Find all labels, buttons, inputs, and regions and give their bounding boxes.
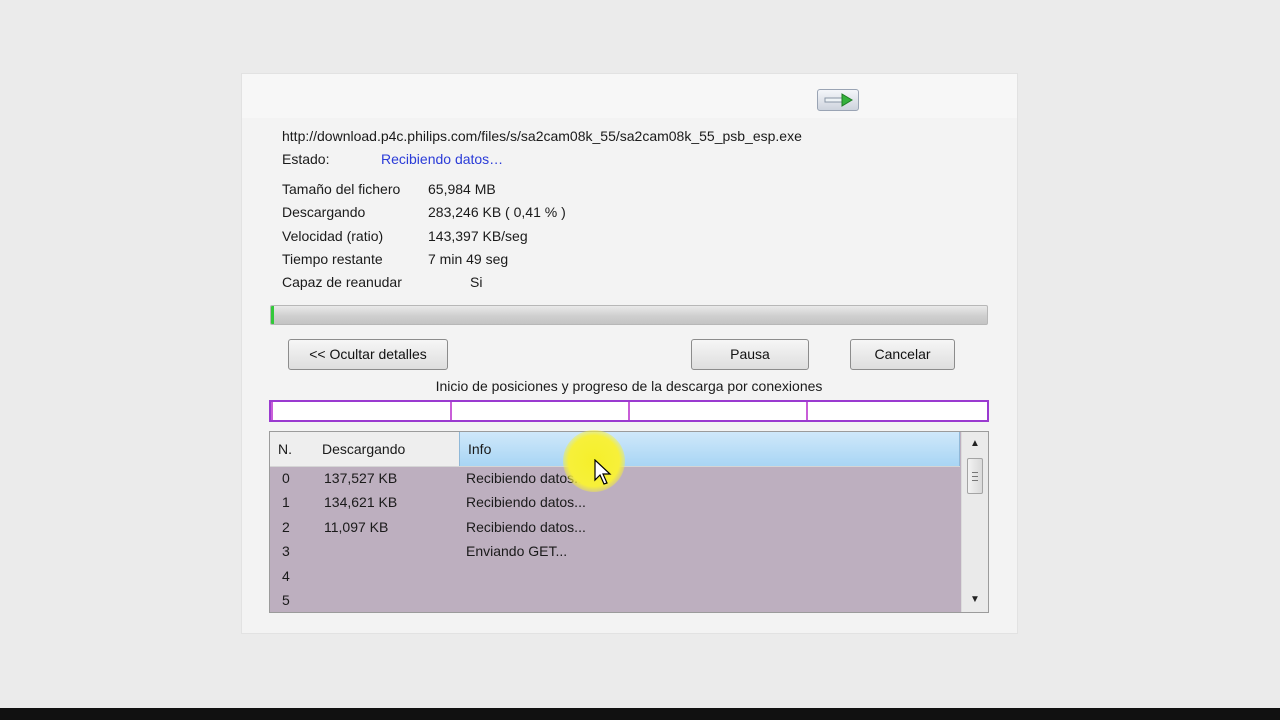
connections-table[interactable]: N. Descargando Info 0 137,527 KB Recibiend… (269, 431, 989, 613)
connections-progress-bar (269, 400, 989, 422)
status-label: Estado: (282, 151, 330, 167)
column-header-number[interactable]: N. (270, 432, 314, 466)
cancel-button[interactable]: Cancelar (850, 339, 955, 370)
download-progress-bar (270, 305, 988, 325)
connection-marker (628, 402, 630, 420)
table-row[interactable]: 3 Enviando GET... (270, 539, 960, 563)
column-header-downloaded[interactable]: Descargando (314, 432, 459, 466)
table-body: 0 137,527 KB Recibiendo datos... 1 134,621 K… (270, 466, 960, 612)
hide-details-button[interactable]: << Ocultar detalles (288, 339, 448, 370)
detail-value-speed: 143,397 KB/seg (428, 228, 528, 244)
detail-label-downloaded: Descargando (282, 204, 366, 220)
detail-label-file-size: Tamaño del fichero (282, 181, 401, 197)
dialog-top-area (242, 74, 1017, 118)
connections-label: Inicio de posiciones y progreso de la de… (435, 378, 823, 394)
chevron-up-icon[interactable]: ▲ (962, 435, 988, 453)
chevron-down-icon[interactable]: ▼ (962, 591, 988, 609)
row-number: 0 (282, 470, 290, 486)
connection-marker (450, 402, 452, 420)
detail-label-speed: Velocidad (ratio) (282, 228, 384, 244)
detail-value-time-left: 7 min 49 seg (428, 251, 509, 267)
download-progress-dialog: http://download.p4c.philips.com/files/s/… (241, 73, 1018, 634)
mouse-cursor-icon (594, 459, 612, 485)
detail-label-time-left: Tiempo restante (282, 251, 383, 267)
table-row[interactable]: 1 134,621 KB Recibiendo datos... (270, 490, 960, 514)
row-downloaded: 11,097 KB (324, 518, 389, 535)
row-downloaded: 137,527 KB (324, 470, 398, 486)
table-row[interactable]: 4 (270, 564, 960, 588)
row-info: Enviando GET... (466, 543, 568, 560)
table-scrollbar[interactable]: ▲ ▼ (961, 432, 988, 612)
row-info: Recibiendo datos... (466, 494, 586, 511)
table-row[interactable]: 5 (270, 588, 960, 612)
status-value: Recibiendo datos… (381, 151, 504, 167)
row-number: 1 (282, 494, 290, 511)
download-progress-fill (271, 306, 274, 324)
download-url: http://download.p4c.philips.com/files/s/… (282, 128, 802, 144)
connection-marker (271, 402, 273, 420)
minimize-to-tray-button[interactable] (817, 89, 859, 111)
table-row[interactable]: 2 11,097 KB Recibiendo datos... (270, 515, 960, 539)
row-info: Recibiendo datos... (466, 518, 586, 535)
detail-value-downloaded: 283,246 KB ( 0,41 % ) (428, 204, 566, 220)
detail-label-resume: Capaz de reanudar (282, 274, 402, 290)
row-number: 2 (282, 518, 290, 535)
column-header-info[interactable]: Info (459, 432, 960, 466)
row-number: 3 (282, 543, 290, 560)
connection-marker (806, 402, 808, 420)
detail-value-file-size: 65,984 MB (428, 181, 496, 197)
screen-bottom-edge (0, 708, 1280, 720)
row-number: 4 (282, 567, 290, 584)
row-downloaded: 134,621 KB (324, 494, 398, 511)
pause-button[interactable]: Pausa (691, 339, 809, 370)
detail-value-resume: Si (470, 274, 483, 290)
row-number: 5 (282, 591, 290, 608)
arrow-right-icon (824, 93, 853, 107)
scrollbar-thumb[interactable] (967, 458, 983, 494)
